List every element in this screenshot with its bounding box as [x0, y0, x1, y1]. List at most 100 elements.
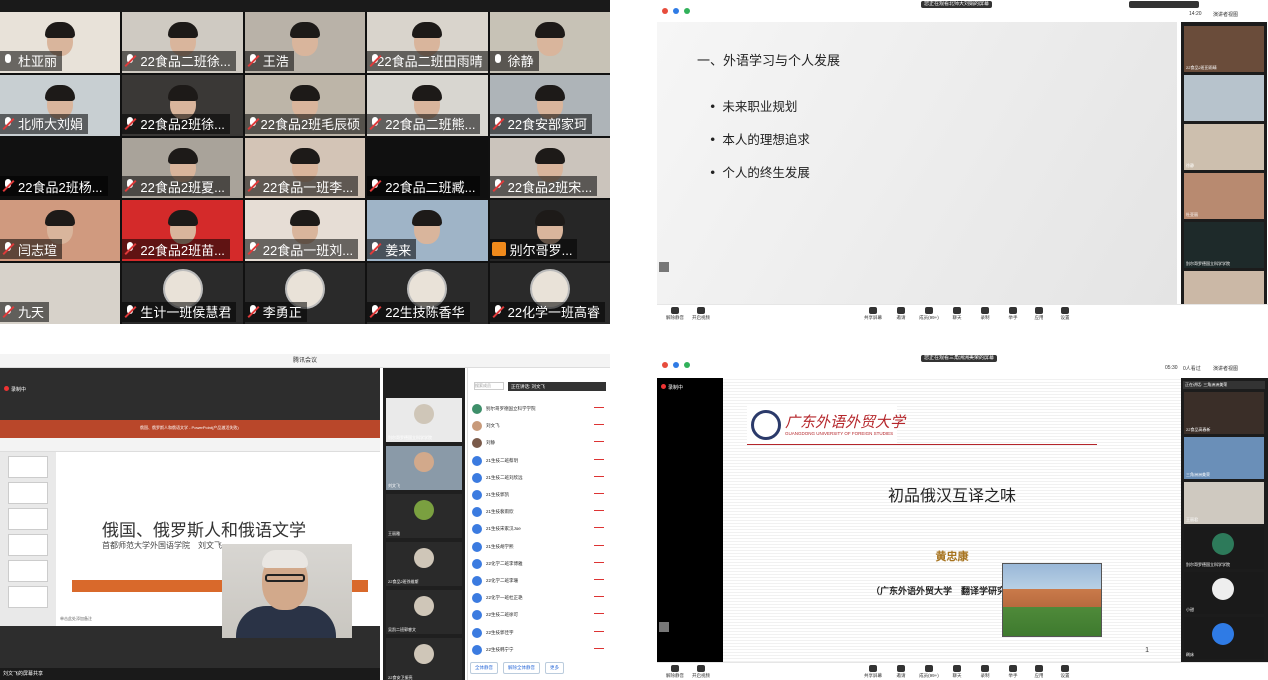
- sidebar-video[interactable]: 小甜: [1184, 572, 1264, 614]
- participant-row[interactable]: 21生技二班刘欣远: [472, 471, 608, 485]
- members-button[interactable]: 成员(99+): [917, 307, 941, 321]
- participant-tile[interactable]: 王浩: [244, 12, 366, 73]
- participant-tile[interactable]: 李勇正: [244, 263, 366, 324]
- view-mode-button[interactable]: 演讲者视图: [1213, 11, 1238, 18]
- list-icon[interactable]: [659, 622, 669, 632]
- participant-video[interactable]: 刘文飞: [386, 446, 462, 490]
- participant-tile[interactable]: 22食品2班杨...: [0, 137, 121, 199]
- mic-muted-icon[interactable]: [594, 613, 604, 617]
- unmute-button[interactable]: 解除静音: [663, 307, 687, 321]
- participant-video[interactable]: 王丽雅: [386, 494, 462, 538]
- sidebar-video[interactable]: [1184, 75, 1264, 121]
- share-screen-button[interactable]: 共享屏幕: [861, 665, 885, 679]
- sidebar-video[interactable]: 别尔哥罗德国立科学学院: [1184, 222, 1264, 268]
- participant-row[interactable]: 21生技宋家汉Joe: [472, 522, 608, 536]
- mute-all-button[interactable]: 全体静音: [470, 662, 498, 674]
- chat-button[interactable]: 聊天: [945, 665, 969, 679]
- invite-button[interactable]: 邀请: [889, 665, 913, 679]
- mic-muted-icon[interactable]: [594, 527, 604, 531]
- participant-tile[interactable]: 22食品2班夏...: [122, 137, 243, 199]
- participant-tile[interactable]: 22生技陈香华: [367, 263, 488, 324]
- participant-tile[interactable]: 22食品2班宋...: [489, 137, 610, 199]
- start-video-button[interactable]: 开启视频: [689, 307, 713, 321]
- slide-thumbnails[interactable]: [0, 452, 56, 626]
- participant-tile[interactable]: 九天: [0, 263, 121, 324]
- invite-button[interactable]: 邀请: [889, 307, 913, 321]
- sidebar-video[interactable]: 杜亚丽: [1184, 173, 1264, 219]
- participant-tile[interactable]: 22食品2班苗...: [122, 200, 243, 262]
- sidebar-video[interactable]: 三角洲洲美荣: [1184, 437, 1264, 479]
- participant-row[interactable]: 21生技裴雨欣: [472, 505, 608, 519]
- mic-muted-icon[interactable]: [594, 579, 604, 583]
- mic-muted-icon[interactable]: [594, 544, 604, 549]
- mic-muted-icon[interactable]: [594, 407, 604, 411]
- participant-row[interactable]: 21生技胡学熙: [472, 540, 608, 554]
- settings-button[interactable]: 设置: [1053, 307, 1077, 321]
- raise-hand-button[interactable]: 举手: [1001, 307, 1025, 321]
- participant-row[interactable]: 刘静: [472, 436, 608, 450]
- participant-tile[interactable]: 22食品二班熊...: [367, 74, 488, 136]
- participant-row[interactable]: 21生技二班蔡玥: [472, 454, 608, 468]
- notes-hint[interactable]: 单击此处添加备注: [60, 616, 92, 622]
- participant-tile[interactable]: 22食品2班徐...: [122, 74, 243, 136]
- participant-tile[interactable]: 22化学一班高睿: [489, 263, 610, 324]
- participant-video[interactable]: 22食品2班徐维斯: [386, 542, 462, 586]
- view-mode-button[interactable]: 演讲者视图: [1213, 365, 1238, 372]
- mic-muted-icon[interactable]: [594, 441, 604, 445]
- start-video-button[interactable]: 开启视频: [689, 665, 713, 679]
- participant-video[interactable]: 别尔哥罗德国立科学学院: [386, 398, 462, 442]
- participant-tile[interactable]: 22食品二班田雨晴: [367, 12, 488, 73]
- participant-tile[interactable]: 22食品2班毛辰硕: [244, 74, 366, 136]
- participant-row[interactable]: 22生技二班徐可: [472, 608, 608, 622]
- participant-row[interactable]: 别尔哥罗德国立科学学院: [472, 402, 608, 416]
- participant-row[interactable]: 22化学二班李博雅: [472, 557, 608, 571]
- unmute-all-button[interactable]: 解除全体静音: [503, 662, 540, 674]
- participant-tile[interactable]: 别尔哥罗...: [489, 200, 610, 262]
- participant-video[interactable]: 22食安卫振亮: [386, 638, 462, 680]
- chat-button[interactable]: 聊天: [945, 307, 969, 321]
- mic-muted-icon[interactable]: [594, 647, 604, 652]
- mic-muted-icon[interactable]: [594, 596, 604, 600]
- participant-tile[interactable]: 姜来: [367, 200, 488, 262]
- sidebar-video[interactable]: 22食品高春新: [1184, 392, 1264, 434]
- sidebar-video[interactable]: 刷床: [1184, 617, 1264, 659]
- mic-muted-icon[interactable]: [594, 493, 604, 497]
- participant-row[interactable]: 22化学二班李珊: [472, 574, 608, 588]
- participant-row[interactable]: 刘文飞: [472, 419, 608, 433]
- sidebar-video[interactable]: 王丽君: [1184, 482, 1264, 524]
- participant-video[interactable]: 吴凯二班郭睿文: [386, 590, 462, 634]
- record-button[interactable]: 录制: [973, 307, 997, 321]
- participant-tile[interactable]: 徐静: [489, 12, 610, 73]
- sharing-banner[interactable]: 您正在观看北师大刘娟的屏幕: [921, 1, 993, 8]
- participant-tile[interactable]: 22食品二班臧...: [367, 137, 488, 199]
- participant-tile[interactable]: 22食品一班李...: [244, 137, 366, 199]
- apps-button[interactable]: 应用: [1027, 307, 1051, 321]
- share-screen-button[interactable]: 共享屏幕: [861, 307, 885, 321]
- participant-tile[interactable]: 北师大刘娟: [0, 74, 121, 136]
- raise-hand-button[interactable]: 举手: [1001, 665, 1025, 679]
- mic-muted-icon[interactable]: [594, 424, 604, 428]
- participant-tile[interactable]: 22食安部家珂: [489, 74, 610, 136]
- search-input[interactable]: 搜索成员: [474, 382, 504, 390]
- participant-tile[interactable]: 闫志瑄: [0, 200, 121, 262]
- apps-button[interactable]: 应用: [1027, 665, 1051, 679]
- settings-button[interactable]: 设置: [1053, 665, 1077, 679]
- list-icon[interactable]: [659, 262, 669, 272]
- participant-row[interactable]: 21生技郭凯: [472, 488, 608, 502]
- members-button[interactable]: 成员(99+): [917, 665, 941, 679]
- record-button[interactable]: 录制: [973, 665, 997, 679]
- participant-row[interactable]: 22化学一班杜正艳: [472, 591, 608, 605]
- sidebar-video[interactable]: 22食品2班田雨晴: [1184, 26, 1264, 72]
- participant-tile[interactable]: 杜亚丽: [0, 12, 121, 73]
- sidebar-video[interactable]: 徐静: [1184, 124, 1264, 170]
- participant-tile[interactable]: 生计一班侯慧君: [122, 263, 243, 324]
- mic-muted-icon[interactable]: [594, 475, 604, 480]
- participant-row[interactable]: 22生技郭佳宇: [472, 626, 608, 640]
- sidebar-video[interactable]: 别尔哥罗德国立科学学院: [1184, 527, 1264, 569]
- sharing-banner[interactable]: 您正在观看三角洲洲美荣的屏幕: [921, 355, 998, 362]
- participant-tile[interactable]: 22食品一班刘...: [244, 200, 366, 262]
- mic-muted-icon[interactable]: [594, 510, 604, 514]
- unmute-button[interactable]: 解除静音: [663, 665, 687, 679]
- mic-muted-icon[interactable]: [594, 458, 604, 463]
- participant-tile[interactable]: 22食品二班徐...: [122, 12, 243, 73]
